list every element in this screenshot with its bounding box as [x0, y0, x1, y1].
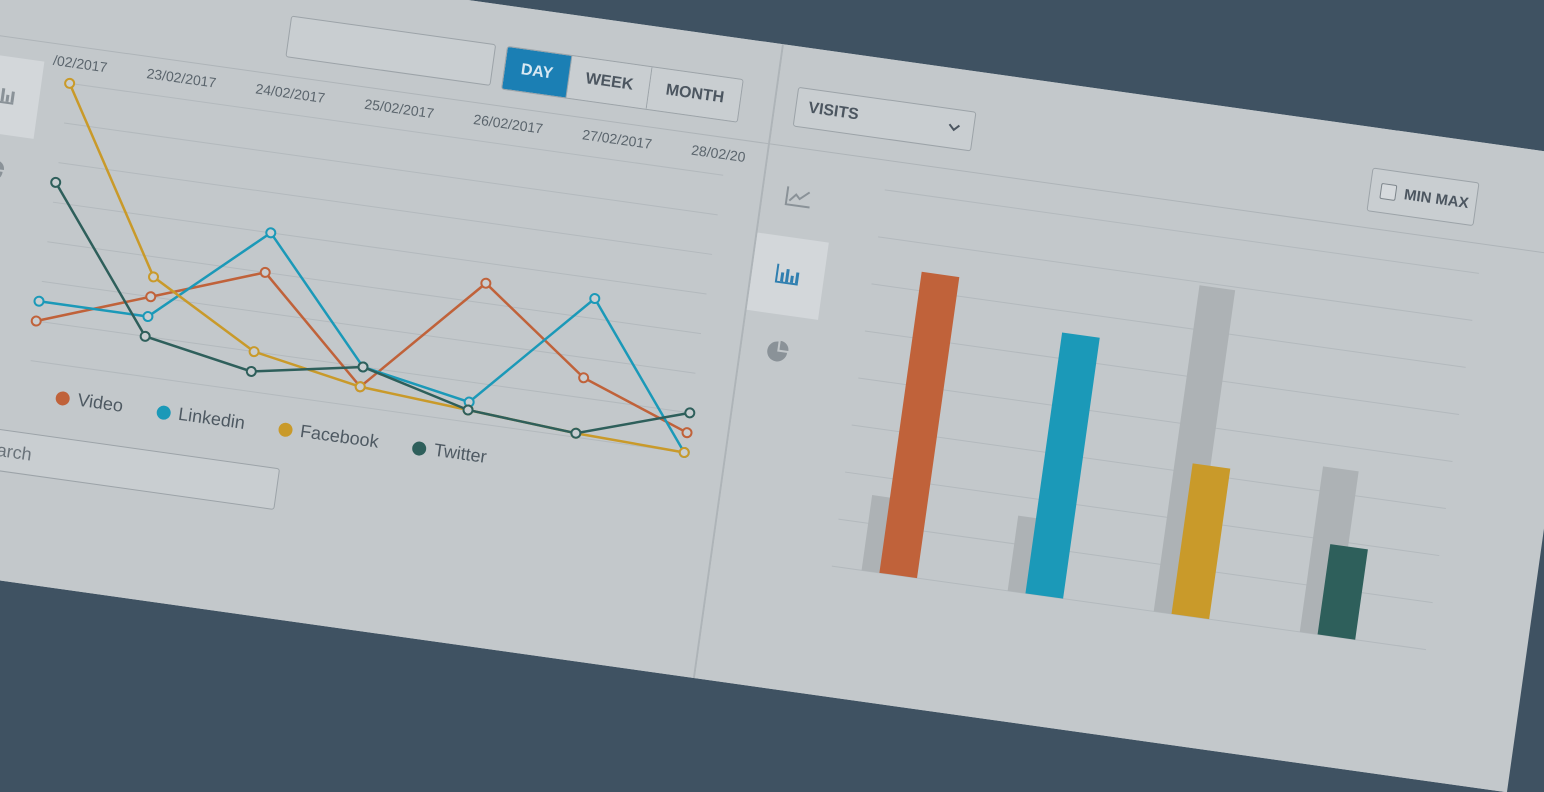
x-tick-label: 24/02/2017	[255, 80, 327, 106]
data-point	[64, 77, 76, 89]
grid-line	[871, 283, 1466, 368]
data-point	[589, 293, 601, 305]
data-point	[570, 427, 582, 439]
x-tick-label: 26/02/2017	[472, 111, 544, 137]
legend-swatch	[54, 390, 71, 406]
metric-select[interactable]: VISITS	[792, 86, 977, 152]
data-point	[681, 427, 693, 439]
min-max-toggle[interactable]: MIN MAX	[1366, 167, 1480, 227]
line-chart-panel: DAY WEEK MONTH 22/02/2017 23/02/2017 24/02…	[0, 0, 785, 679]
min-max-label: MIN MAX	[1403, 185, 1470, 212]
data-point	[259, 266, 271, 278]
pie-chart-tab[interactable]	[736, 310, 818, 397]
legend-label: Video	[76, 389, 125, 416]
tab-month[interactable]: MONTH	[646, 67, 743, 122]
pie-chart-tab[interactable]	[0, 129, 34, 216]
data-point	[30, 315, 42, 327]
pie-chart-icon	[763, 337, 791, 369]
grid-line	[858, 377, 1453, 462]
search-input[interactable]: Search	[0, 420, 281, 510]
legend-swatch	[155, 404, 172, 421]
grid-line	[878, 236, 1473, 321]
bar-chart-tab[interactable]	[746, 232, 829, 320]
grid-line	[851, 424, 1446, 510]
tab-day[interactable]: DAY	[502, 47, 573, 98]
legend-swatch	[277, 421, 294, 438]
data-point	[145, 291, 157, 303]
value-bar	[1025, 332, 1100, 599]
grid-line	[58, 162, 713, 255]
data-point	[245, 365, 257, 377]
bar-chart-icon	[773, 261, 803, 291]
data-point	[265, 227, 277, 239]
bar-chart-tab[interactable]	[0, 51, 45, 139]
value-bar	[879, 271, 960, 579]
tab-week[interactable]: WEEK	[566, 56, 653, 109]
data-point	[148, 271, 160, 283]
x-tick-label: 25/02/2017	[364, 96, 436, 122]
search-placeholder: Search	[0, 436, 34, 465]
min-max-checkbox[interactable]	[1379, 182, 1398, 201]
x-tick-label: 23/02/2017	[146, 65, 218, 91]
x-tick-label: 28/02/2017	[690, 142, 747, 168]
bar-chart	[831, 189, 1479, 651]
line-chart-tab[interactable]	[758, 155, 840, 242]
data-point	[462, 404, 474, 416]
x-tick-label: 27/02/2017	[581, 126, 653, 152]
pie-chart-icon	[0, 156, 6, 188]
x-tick-label: 22/02/2017	[37, 51, 109, 76]
data-point	[357, 361, 369, 373]
data-point	[354, 381, 366, 393]
data-point	[684, 407, 696, 419]
legend-swatch	[411, 440, 428, 456]
bar-chart-panel: VISITS MIN MAX	[694, 44, 1544, 792]
data-point	[678, 446, 690, 458]
data-point	[139, 330, 151, 342]
dashboard-board: DAY WEEK MONTH 22/02/2017 23/02/2017 24/02…	[0, 0, 1544, 792]
metric-select-value: VISITS	[807, 99, 860, 124]
bar-chart-icon	[0, 80, 18, 110]
date-range-field[interactable]	[285, 15, 497, 86]
data-point	[33, 295, 45, 307]
chevron-down-icon	[946, 119, 962, 139]
data-point	[142, 311, 154, 323]
data-point	[578, 372, 590, 384]
grid-line	[864, 330, 1460, 415]
line-chart-icon	[783, 184, 814, 215]
data-point	[50, 176, 62, 188]
data-point	[248, 346, 260, 358]
data-point	[480, 277, 492, 289]
